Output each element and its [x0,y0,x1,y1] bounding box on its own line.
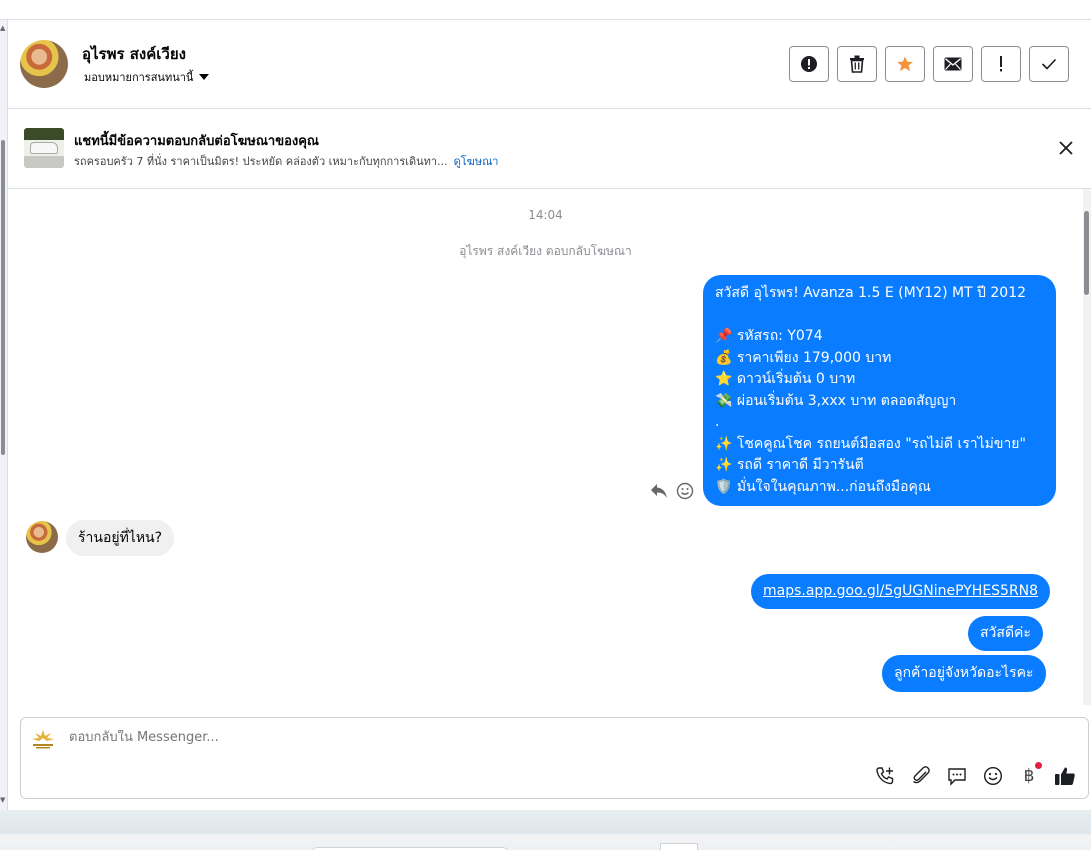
message-hover-tools [650,482,694,500]
follow-up-button[interactable] [981,46,1021,82]
delete-button[interactable] [837,46,877,82]
message-line: 💸 ผ่อนเริ่มต้น 3,xxx บาท ตลอดสัญญา [715,392,957,409]
sender-avatar[interactable] [26,521,58,553]
outgoing-greeting[interactable]: สวัสดีค่ะ [968,616,1043,651]
notification-dot [1035,762,1042,769]
message-line: 💰 ราคาเพียง 179,000 บาท [715,349,892,366]
message-line: ✨ โชคคูณโชค รถยนต์มือสอง "รถไม่ดี เราไม่… [715,435,1026,452]
desktop-taskbar-strip [0,810,1091,850]
add-call-button[interactable] [874,765,896,787]
outgoing-map-link[interactable]: maps.app.goo.gl/5gUGNinePYHES5RN8 [751,574,1051,609]
header-actions [789,46,1069,82]
scrollbar-thumb[interactable] [1,140,5,455]
saved-replies-icon [948,768,966,786]
message-line [715,305,1044,327]
mark-unread-button[interactable] [933,46,973,82]
outgoing-ad-message[interactable]: สวัสดี อุไรพร! Avanza 1.5 E (MY12) MT ปี… [703,275,1056,506]
saved-replies-button[interactable] [946,765,968,787]
alert-circle-icon [801,56,817,72]
emoji-icon [983,766,1003,786]
message-line: . [715,414,720,430]
left-scrollbar[interactable]: ▲ ▼ [0,20,8,810]
ad-banner-subtitle: รถครอบครัว 7 ที่นั่ง ราคาเป็นมิตร! ประหย… [74,152,498,170]
message-thread[interactable]: 14:04 อุไรพร สงค์เวียง ตอบกลับโฆษณา สวัส… [8,189,1091,705]
payment-button[interactable]: ฿ [1018,762,1042,787]
message-line: ✨ รถดี ราคาดี มีวารันตี [715,457,864,473]
incoming-message[interactable]: ร้านอยู่ที่ไหน? [66,520,175,556]
message-line: ⭐ ดาวน์เริ่มต้น 0 บาท [715,371,856,387]
message-line: 🛡️ มั่นใจในคุณภาพ...ก่อนถึงมือคุณ [715,478,931,495]
avatar[interactable] [20,40,68,88]
emoji-react-icon[interactable] [676,482,694,500]
payment-icon: ฿ [1023,766,1035,786]
assign-label: มอบหมายการสนทนานี้ [84,71,194,84]
message-timestamp: 14:04 [528,208,563,222]
outgoing-question[interactable]: ลูกค้าอยู่จังหวัดอะไรคะ [882,655,1046,692]
caret-down-icon [199,74,210,80]
assign-conversation-dropdown[interactable]: มอบหมายการสนทนานี้ [84,68,210,86]
ad-reply-banner: แชทนี้มีข้อความตอบกลับต่อโฆษณาของคุณ รถค… [8,109,1091,189]
envelope-icon [944,57,962,71]
system-message: อุไรพร สงค์เวียง ตอบกลับโฆษณา [459,244,632,258]
ad-description: รถครอบครัว 7 ที่นั่ง ราคาเป็นมิตร! ประหย… [74,155,448,168]
inbox-conversation-view: ▲ ▼ อุไรพร สงค์เวียง มอบหมายการสนทนานี้ [0,0,1091,850]
star-icon [897,56,913,72]
close-icon[interactable] [1057,139,1075,157]
reply-composer: ฿ [20,717,1089,799]
view-ad-link[interactable]: ดูโฆษณา [454,155,499,168]
like-icon [1055,767,1075,785]
top-bar [0,0,1091,20]
add-call-icon [876,767,894,785]
star-button[interactable] [885,46,925,82]
contact-name[interactable]: อุไรพร สงค์เวียง [82,42,186,66]
message-line: สวัสดี อุไรพร! Avanza 1.5 E (MY12) MT ปี… [715,285,1027,301]
message-line: 📌 รหัสรถ: Y074 [715,328,823,344]
attachment-icon [913,766,930,784]
ad-thumbnail[interactable] [24,128,64,168]
scroll-down-icon[interactable]: ▼ [0,796,5,804]
scroll-up-icon[interactable]: ▲ [0,24,5,32]
attach-file-button[interactable] [910,765,932,787]
car-image [30,142,58,154]
checkmark-icon [1041,58,1057,70]
spam-button[interactable] [789,46,829,82]
exclamation-icon [1000,56,1002,72]
scrollbar-thumb[interactable] [1084,211,1089,295]
taskbar-item[interactable] [660,843,698,850]
thread-scrollbar[interactable] [1083,189,1091,705]
composer-tools: ฿ [874,762,1076,787]
conversation-header: อุไรพร สงค์เวียง มอบหมายการสนทนานี้ [8,20,1091,109]
message-input[interactable] [69,730,769,745]
page-logo-icon [32,730,54,749]
emoji-button[interactable] [982,765,1004,787]
like-button[interactable] [1054,765,1076,787]
mark-done-button[interactable] [1029,46,1069,82]
ad-banner-title: แชทนี้มีข้อความตอบกลับต่อโฆษณาของคุณ [74,134,319,149]
partially-hidden-status [888,699,1058,705]
trash-icon [850,55,864,73]
reply-icon[interactable] [650,483,668,499]
